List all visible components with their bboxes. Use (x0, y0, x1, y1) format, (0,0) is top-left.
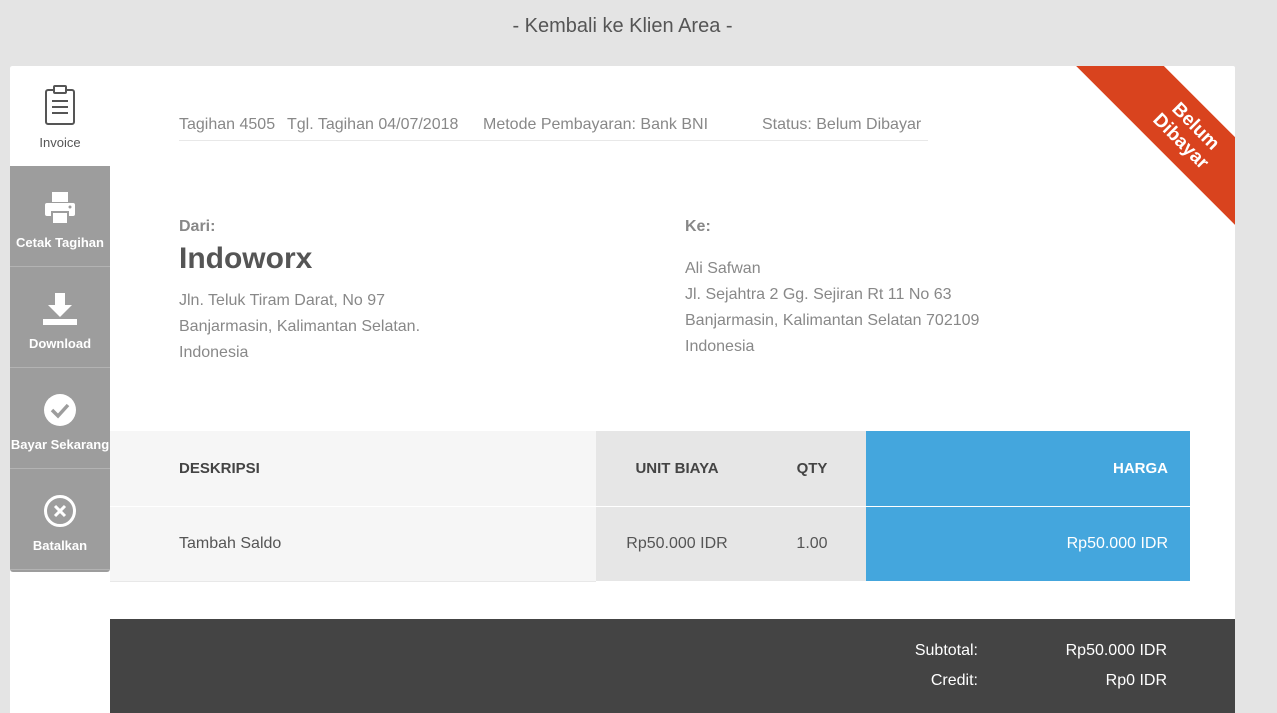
sidebar-item-label: Bayar Sekarang (10, 437, 110, 452)
subtotal-value: Rp50.000 IDR (1065, 642, 1167, 659)
invoice-number: Tagihan 4505 (179, 116, 276, 133)
invoice-status: Status: Belum Dibayar (762, 116, 922, 133)
invoice-meta-bar: Tagihan 4505 Tgl. Tagihan 04/07/2018 Met… (179, 114, 928, 141)
sidebar-item-print[interactable]: Cetak Tagihan (10, 166, 110, 267)
sidebar-item-label: Batalkan (32, 538, 88, 553)
back-to-client-area-link[interactable]: - Kembali ke Klien Area - (0, 15, 1245, 38)
sidebar-item-pay-now[interactable]: Bayar Sekarang (10, 368, 110, 469)
invoice-sidebar: Invoice Cetak Tagihan Download Bayar Sek… (10, 66, 110, 572)
header-price: HARGA (866, 431, 1190, 506)
from-address: Dari: Indoworx Jln. Teluk Tiram Darat, N… (179, 218, 420, 366)
address-line: Indonesia (179, 344, 249, 361)
printer-icon (45, 192, 75, 225)
item-qty: 1.00 (758, 505, 866, 581)
invoice-items-table: DESKRIPSI UNIT BIAYA QTY HARGA Tambah Sa… (110, 431, 1190, 582)
invoice-date: Tgl. Tagihan 04/07/2018 (287, 116, 459, 133)
subtotal-label: Subtotal: (914, 642, 978, 659)
header-description: DESKRIPSI (110, 431, 596, 506)
sidebar-item-download[interactable]: Download (10, 267, 110, 368)
payment-method: Metode Pembayaran: Bank BNI (483, 116, 709, 133)
address-line: Ali Safwan (685, 260, 761, 277)
sidebar-item-label: Cetak Tagihan (16, 235, 104, 250)
header-qty: QTY (758, 431, 866, 506)
credit-label: Credit: (930, 672, 978, 689)
sidebar-item-invoice[interactable]: Invoice (10, 66, 110, 166)
clipboard-icon (45, 85, 75, 125)
invoice-card: Invoice Cetak Tagihan Download Bayar Sek… (10, 66, 1235, 713)
header-unit-cost: UNIT BIAYA (596, 431, 758, 506)
check-circle-icon (44, 394, 76, 426)
table-row: Tambah Saldo Rp50.000 IDR 1.00 Rp50.000 … (110, 505, 1190, 582)
subtotal-row: Subtotal: Rp50.000 IDR (110, 642, 1235, 672)
address-line: Jl. Sejahtra 2 Gg. Sejiran Rt 11 No 63 (685, 286, 952, 303)
sidebar-item-label: Invoice (39, 135, 81, 150)
address-line: Indonesia (685, 338, 755, 355)
sidebar-item-label: Download (28, 336, 92, 351)
address-line: Banjarmasin, Kalimantan Selatan 702109 (685, 312, 980, 329)
sidebar-item-cancel[interactable]: Batalkan (10, 469, 110, 570)
to-label: Ke: (685, 218, 711, 235)
table-header-row: DESKRIPSI UNIT BIAYA QTY HARGA (110, 431, 1190, 506)
item-price: Rp50.000 IDR (866, 505, 1190, 581)
company-name: Indoworx (179, 242, 313, 275)
address-line: Jln. Teluk Tiram Darat, No 97 (179, 292, 386, 309)
from-label: Dari: (179, 218, 216, 235)
download-icon (43, 293, 77, 325)
credit-row: Credit: Rp0 IDR (110, 672, 1235, 702)
to-address: Ke: Ali Safwan Jl. Sejahtra 2 Gg. Sejira… (685, 218, 979, 360)
item-unit-cost: Rp50.000 IDR (596, 505, 758, 581)
address-line: Banjarmasin, Kalimantan Selatan. (179, 318, 421, 335)
item-description: Tambah Saldo (110, 505, 596, 582)
credit-value: Rp0 IDR (1105, 672, 1167, 689)
totals-panel: Subtotal: Rp50.000 IDR Credit: Rp0 IDR (110, 619, 1235, 713)
status-ribbon: Belum Dibayar (1045, 66, 1235, 256)
close-circle-icon (44, 495, 76, 527)
